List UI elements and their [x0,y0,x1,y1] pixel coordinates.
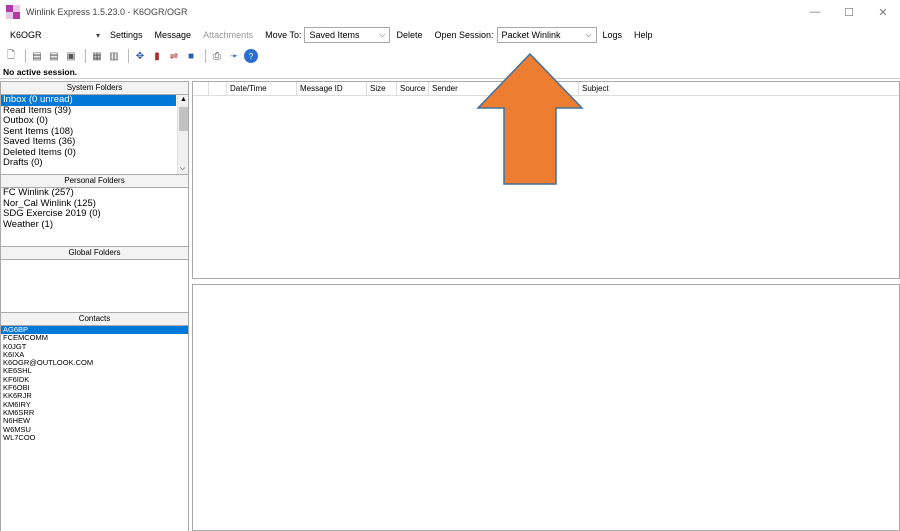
move-to-value: Saved Items [309,30,360,40]
help-icon[interactable]: ? [244,49,258,63]
column-header-flag[interactable] [193,82,209,96]
folder-item[interactable]: Inbox (0 unread) [1,95,176,106]
open-session-select[interactable]: Packet Winlink ⌵ [496,27,597,43]
system-folders-header: System Folders [0,81,189,95]
toolbar-separator [128,49,129,63]
sort-icon[interactable]: ⇌ [167,49,181,63]
toolbar-separator [205,49,206,63]
close-button[interactable]: ✕ [866,0,900,24]
menu-message[interactable]: Message [149,30,198,40]
minimize-button[interactable]: — [798,0,832,24]
personal-folders-header: Personal Folders [0,174,189,188]
scroll-thumb[interactable] [179,107,188,131]
contact-item[interactable]: K0JGT [1,342,188,351]
column-header-source[interactable]: Source [397,82,429,96]
message-preview-pane[interactable] [192,284,900,531]
menu-help[interactable]: Help [628,30,659,40]
folder-panel: System Folders Inbox (0 unread) Read Ite… [0,81,189,531]
folder-item[interactable]: Outbox (0) [1,115,188,127]
system-folders-list[interactable]: Inbox (0 unread) Read Items (39) Outbox … [0,95,189,174]
session-status: No active session. [0,66,900,79]
contact-item[interactable]: FCEMCOMM [1,333,188,342]
annotation-arrow-icon [476,52,584,185]
column-header-size[interactable]: Size [367,82,397,96]
column-header-message-id[interactable]: Message ID [297,82,367,96]
column-header-icon[interactable] [209,82,227,96]
scroll-up-icon[interactable]: ▲ [180,96,187,103]
title-bar: Winlink Express 1.5.23.0 - K6OGR/OGR — ☐… [0,0,900,24]
folder-item[interactable]: Drafts (0) [1,157,188,169]
folder-item[interactable]: FC Winlink (257) [1,188,188,199]
scrollbar[interactable]: ▲ ⌵ [177,95,188,174]
menu-logs[interactable]: Logs [597,30,629,40]
toolbar-separator [85,49,86,63]
folder-item[interactable]: Saved Items (36) [1,136,188,148]
scroll-down-icon[interactable]: ⌵ [180,165,185,173]
personal-folders-list[interactable]: FC Winlink (257) Nor_Cal Winlink (125) S… [0,188,189,246]
menu-attachments[interactable]: Attachments [197,30,259,40]
save-icon[interactable]: ■ [184,49,198,63]
open-session-value: Packet Winlink [501,30,561,40]
move-to-label: Move To: [265,30,302,40]
menu-bar: K6OGR ▾ Settings Message Attachments Mov… [0,24,900,46]
folder-item[interactable]: SDG Exercise 2019 (0) [1,208,188,220]
global-folders-list[interactable] [0,260,189,312]
contacts-list[interactable]: AG6BP FCEMCOMM K0JGT K6IXA K6OGR@OUTLOOK… [0,326,189,531]
send-receive-icon[interactable]: ➛ [227,49,241,63]
contact-item[interactable]: KE6SHL [1,367,188,376]
print-icon[interactable]: ⎙ [210,49,224,63]
chevron-down-icon: ▾ [95,30,100,40]
toolbar: 🗋 ▤ ▤ ▣ ▦ ▥ ✥ ▮ ⇌ ■ ⎙ ➛ ? [0,46,900,66]
open-attachment-icon[interactable]: ▥ [107,49,121,63]
winlink-logo-icon [6,5,20,19]
contact-item[interactable]: WL7COO [1,433,188,442]
print-preview-icon[interactable]: ▦ [90,49,104,63]
column-header-subject[interactable]: Subject [579,82,899,96]
folder-item[interactable]: Weather (1) [1,219,188,231]
annotation-arrow-shape [476,52,584,185]
move-icon[interactable]: ✥ [133,49,147,63]
delete-icon[interactable]: ▮ [150,49,164,63]
chevron-down-icon: ⌵ [379,30,386,39]
open-session-label: Open Session: [434,30,494,40]
forward-icon[interactable]: ▣ [64,49,78,63]
callsign-value: K6OGR [10,30,42,40]
chevron-down-icon: ⌵ [585,30,592,39]
window-title: Winlink Express 1.5.23.0 - K6OGR/OGR [26,7,188,17]
new-message-icon[interactable]: 🗋 [4,49,18,63]
contacts-header: Contacts [0,312,189,326]
reply-icon[interactable]: ▤ [30,49,44,63]
menu-settings[interactable]: Settings [104,30,149,40]
global-folders-header: Global Folders [0,246,189,260]
callsign-select[interactable]: K6OGR ▾ [4,27,104,43]
reply-all-icon[interactable]: ▤ [47,49,61,63]
move-to-select[interactable]: Saved Items ⌵ [304,27,391,43]
toolbar-separator [25,49,26,63]
menu-delete[interactable]: Delete [390,30,428,40]
column-header-datetime[interactable]: Date/Time [227,82,297,96]
maximize-button[interactable]: ☐ [832,0,866,24]
